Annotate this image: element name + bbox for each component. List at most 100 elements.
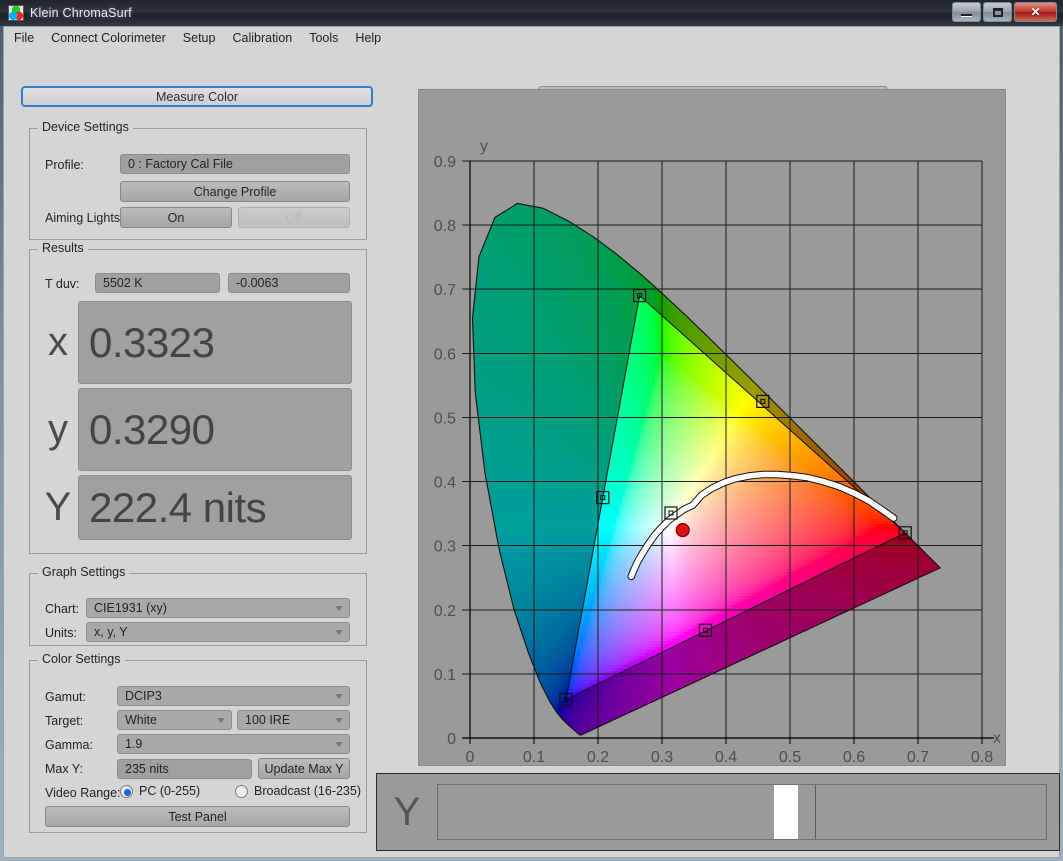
results-legend: Results [38, 241, 88, 255]
units-select[interactable]: x, y, Y [86, 622, 350, 642]
y-tick-label: 0.8 [434, 218, 456, 235]
x-tick-label: 0 [466, 749, 475, 766]
gamut-label: Gamut: [45, 690, 86, 704]
y-tick-label: 0.9 [434, 154, 456, 171]
gamut-select[interactable]: DCIP3 [117, 686, 350, 706]
chevron-down-icon [217, 718, 225, 723]
gamma-label: Gamma: [45, 738, 93, 752]
max-y-field[interactable]: 235 nits [117, 759, 252, 779]
video-range-label: Video Range: [45, 786, 121, 800]
result-x-row: x 0.3323 [40, 301, 352, 384]
menu-bar: File Connect Colorimeter Setup Calibrati… [4, 27, 1059, 48]
duv-field: -0.0063 [228, 273, 350, 293]
result-x-key: x [40, 301, 76, 384]
aiming-lights-off-button[interactable]: Off [238, 207, 350, 228]
units-select-value: x, y, Y [94, 625, 128, 639]
chevron-down-icon [335, 742, 343, 747]
radio-dot-icon [120, 784, 133, 798]
cie-chart-panel[interactable]: 0 0.1 0.2 0.3 0.4 0.5 0.6 0.7 0.8 0 0.1 0.2 0.3 0.4 0.… [418, 89, 1006, 766]
target-select-value: White [125, 713, 157, 727]
menu-item-setup[interactable]: Setup [183, 31, 216, 45]
luminance-bar-panel: Y [376, 773, 1060, 851]
menu-item-calibration[interactable]: Calibration [232, 31, 292, 45]
gamma-select[interactable]: 1.9 [117, 734, 350, 754]
y-tick-label: 0.3 [434, 539, 456, 556]
measured-point-marker [675, 523, 690, 538]
x-tick-label: 0.2 [587, 749, 609, 766]
target-ire-value: 100 IRE [245, 713, 290, 727]
device-settings-legend: Device Settings [38, 120, 133, 134]
y-tick-label: 0 [447, 731, 456, 748]
radio-broadcast-label: Broadcast (16-235) [254, 784, 361, 798]
target-select[interactable]: White [117, 710, 232, 730]
luminance-bar-divider [814, 785, 816, 839]
y-tick-label: 0.1 [434, 667, 456, 684]
aiming-lights-label: Aiming Lights: [45, 211, 124, 225]
menu-item-help[interactable]: Help [355, 31, 381, 45]
application-window: Klein ChromaSurf ✕ File Connect Colorime… [0, 0, 1063, 861]
color-settings-legend: Color Settings [38, 652, 125, 666]
target-label: Target: [45, 714, 83, 728]
test-panel-button[interactable]: Test Panel [45, 806, 350, 827]
temperature-field: 5502 K [95, 273, 220, 293]
luminance-bar-track[interactable] [437, 784, 1047, 840]
change-profile-button[interactable]: Change Profile [120, 181, 350, 202]
result-x-value: 0.3323 [78, 301, 352, 384]
profile-label: Profile: [45, 158, 84, 172]
y-tick-label: 0.5 [434, 410, 456, 427]
y-tick-label: 0.7 [434, 282, 456, 299]
results-group: Results T duv: 5502 K -0.0063 x 0.3323 y… [29, 241, 367, 554]
graph-settings-group: Graph Settings Chart: CIE1931 (xy) Units… [29, 565, 367, 646]
x-tick-label: 0.7 [907, 749, 929, 766]
luminance-bar-indicator [773, 785, 798, 839]
device-settings-group: Device Settings Profile: 0 : Factory Cal… [29, 120, 367, 240]
gamma-select-value: 1.9 [125, 737, 142, 751]
radio-dot-icon [235, 784, 248, 798]
chevron-down-icon [335, 630, 343, 635]
minimize-button[interactable] [952, 2, 981, 22]
menu-item-tools[interactable]: Tools [309, 31, 338, 45]
menu-item-file[interactable]: File [14, 31, 34, 45]
y-tick-label: 0.2 [434, 603, 456, 620]
x-tick-label: 0.5 [779, 749, 801, 766]
update-max-y-button[interactable]: Update Max Y [258, 758, 350, 779]
x-tick-label: 0.4 [715, 749, 737, 766]
color-settings-group: Color Settings Gamut: DCIP3 Target: Whit… [29, 652, 367, 833]
result-y-key: y [40, 388, 76, 471]
radio-broadcast-range[interactable]: Broadcast (16-235) [235, 784, 361, 798]
units-label: Units: [45, 626, 77, 640]
profile-field[interactable]: 0 : Factory Cal File [120, 154, 350, 174]
maximize-button[interactable] [983, 2, 1012, 22]
chart-select[interactable]: CIE1931 (xy) [86, 598, 350, 618]
tab-measure-color[interactable]: Measure Color [21, 86, 373, 107]
app-logo-icon [8, 5, 24, 21]
target-ire-select[interactable]: 100 IRE [237, 710, 350, 730]
result-Y-row: Y 222.4 nits [40, 475, 352, 540]
menu-item-connect-colorimeter[interactable]: Connect Colorimeter [51, 31, 166, 45]
y-tick-label: 0.6 [434, 346, 456, 363]
result-Y-key: Y [40, 475, 76, 540]
result-y-row: y 0.3290 [40, 388, 352, 471]
max-y-label: Max Y: [45, 762, 83, 776]
chevron-down-icon [335, 694, 343, 699]
cie-chromaticity-diagram[interactable]: 0 0.1 0.2 0.3 0.4 0.5 0.6 0.7 0.8 0 0.1 0.2 0.3 0.4 0.… [419, 90, 1007, 767]
result-y-value: 0.3290 [78, 388, 352, 471]
x-tick-label: 0.8 [971, 749, 993, 766]
y-axis-title: y [480, 138, 488, 155]
radio-pc-range[interactable]: PC (0-255) [120, 784, 200, 798]
radio-pc-label: PC (0-255) [139, 784, 200, 798]
close-button[interactable]: ✕ [1014, 2, 1057, 22]
window-controls: ✕ [952, 2, 1057, 22]
x-tick-label: 0.6 [843, 749, 865, 766]
gamut-select-value: DCIP3 [125, 689, 162, 703]
tduv-label: T duv: [45, 277, 80, 291]
aiming-lights-on-button[interactable]: On [120, 207, 232, 228]
luminance-bar-key: Y [377, 790, 437, 835]
graph-settings-legend: Graph Settings [38, 565, 130, 579]
x-axis-title: x [993, 730, 1001, 747]
chevron-down-icon [335, 718, 343, 723]
chart-select-value: CIE1931 (xy) [94, 601, 167, 615]
chevron-down-icon [335, 606, 343, 611]
x-tick-label: 0.1 [523, 749, 545, 766]
window-title: Klein ChromaSurf [30, 6, 132, 20]
